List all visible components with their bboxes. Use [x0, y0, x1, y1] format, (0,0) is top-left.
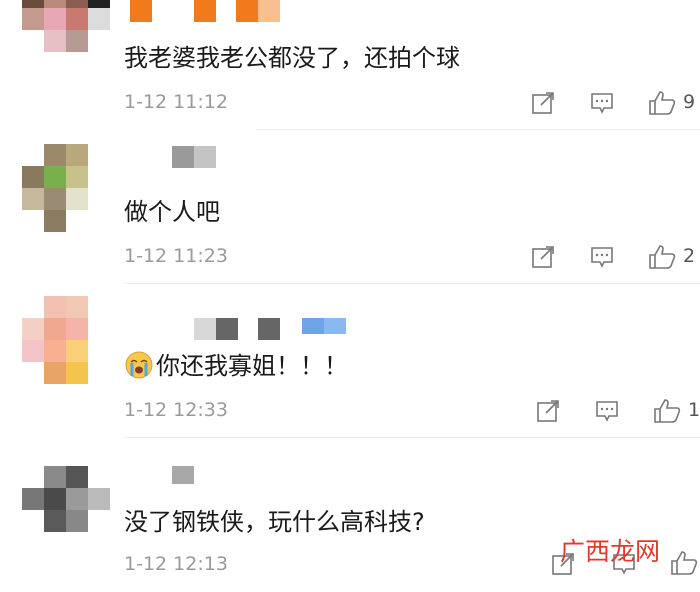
watermark-text: 广西龙网	[560, 537, 661, 566]
comment-text: 没了钢铁侠，玩什么高科技?	[124, 508, 425, 536]
like-count: 9	[683, 91, 696, 113]
comment-item: 做个人吧 1-12 11:23 2	[0, 130, 700, 284]
comment-text: 你还我寡姐！！！	[124, 346, 348, 381]
avatar[interactable]	[22, 0, 110, 72]
comment-time: 1-12 12:13	[124, 553, 228, 575]
comment-time: 1-12 11:12	[124, 91, 228, 113]
comment-text: 做个人吧	[124, 198, 220, 226]
like-icon[interactable]	[648, 244, 676, 270]
avatar[interactable]	[22, 144, 108, 232]
share-icon[interactable]	[531, 245, 555, 269]
like-count: 1	[688, 399, 700, 421]
like-icon[interactable]	[670, 550, 698, 576]
comment-icon[interactable]	[595, 399, 619, 423]
share-icon[interactable]	[536, 399, 560, 423]
comment-text: 我老婆我老公都没了，还拍个球	[124, 44, 460, 72]
comment-text-content: 你还我寡姐！！！	[156, 352, 348, 380]
comment-item: 没了钢铁侠，玩什么高科技? 1-12 12:13	[0, 438, 700, 592]
avatar[interactable]	[22, 296, 108, 384]
comment-time: 1-12 11:23	[124, 245, 228, 267]
comment-icon[interactable]	[590, 245, 614, 269]
crying-face-icon	[125, 351, 153, 379]
like-icon[interactable]	[653, 398, 681, 424]
comment-icon[interactable]	[590, 91, 614, 115]
comment-item: 我老婆我老公都没了，还拍个球 1-12 11:12 9	[0, 0, 700, 130]
comment-item: 你还我寡姐！！！ 1-12 12:33 1	[0, 284, 700, 438]
comment-time: 1-12 12:33	[124, 399, 228, 421]
like-count: 2	[683, 245, 696, 267]
avatar[interactable]	[22, 466, 110, 552]
like-icon[interactable]	[648, 90, 676, 116]
share-icon[interactable]	[531, 91, 555, 115]
